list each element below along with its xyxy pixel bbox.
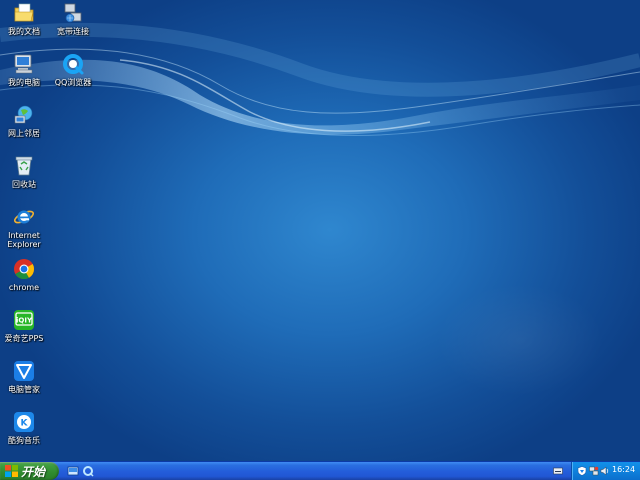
kugou-music-icon: K	[14, 412, 34, 432]
qq-browser-icon	[63, 54, 84, 75]
volume-icon[interactable]	[600, 466, 610, 476]
desktop-icon-label: QQ浏览器	[54, 78, 92, 87]
desktop-icon-label: 酷狗音乐	[8, 436, 40, 445]
desktop-icon-label: Internet Explorer	[7, 231, 41, 249]
windows-logo-icon	[5, 465, 18, 477]
internet-explorer-icon	[13, 210, 35, 224]
desktop-icon-label: chrome	[8, 283, 40, 292]
desktop-icon-label: 宽带连接	[57, 27, 89, 36]
desktop-icon-my-computer[interactable]: 我的电脑	[0, 52, 48, 87]
taskbar: 开始 16:24	[0, 461, 640, 480]
network-status-icon[interactable]	[589, 466, 599, 476]
desktop-icon-label: 网上邻居	[8, 129, 40, 138]
desktop-icon-kugou-music[interactable]: K 酷狗音乐	[0, 410, 48, 445]
desktop-icon-label: 爱奇艺PPS	[4, 334, 44, 343]
desktop-icon-qq-browser[interactable]: QQ浏览器	[49, 52, 97, 87]
iqiyi-pps-icon: iQIY	[14, 310, 34, 330]
qq-browser-quicklaunch-icon[interactable]	[82, 465, 94, 477]
desktop-icon-label: 电脑管家	[8, 385, 40, 394]
desktop-icon-chrome[interactable]: chrome	[0, 257, 48, 292]
desktop-icon-recycle-bin[interactable]: 回收站	[0, 154, 48, 189]
desktop-icon-internet-explorer[interactable]: Internet Explorer	[0, 205, 48, 249]
start-label: 开始	[21, 465, 46, 479]
taskbar-clock[interactable]: 16:24	[612, 465, 635, 474]
security-shield-icon[interactable]	[577, 466, 587, 476]
desktop-icon-my-documents[interactable]: 我的文档	[0, 1, 48, 36]
desktop-icon-iqiyi-pps[interactable]: iQIY 爱奇艺PPS	[0, 308, 48, 343]
desktop-icon-label: 我的电脑	[8, 78, 40, 87]
start-button[interactable]: 开始	[0, 462, 59, 480]
show-desktop-quicklaunch-icon[interactable]	[67, 465, 79, 477]
broadband-connection-icon	[64, 3, 82, 23]
desktop-icon-label: 我的文档	[8, 27, 40, 36]
recycle-bin-icon	[15, 156, 33, 176]
svg-text:iQIY: iQIY	[16, 317, 33, 325]
my-documents-icon	[14, 3, 34, 22]
desktop-icon-network-places[interactable]: 网上邻居	[0, 103, 48, 138]
desktop[interactable]: 我的文档 宽带连接 我的电脑 QQ浏览器 网上邻居 回收站 Internet E…	[0, 0, 640, 461]
desktop-icon-pc-manager[interactable]: 电脑管家	[0, 359, 48, 394]
pc-manager-icon	[14, 361, 34, 381]
my-computer-icon	[14, 54, 33, 74]
svg-text:K: K	[21, 419, 29, 429]
network-places-icon	[14, 105, 33, 124]
desktop-icon-label: 回收站	[12, 180, 36, 189]
system-tray: 16:24	[571, 462, 640, 480]
keyboard-icon[interactable]	[553, 467, 563, 475]
chrome-icon	[14, 259, 35, 280]
desktop-icon-broadband[interactable]: 宽带连接	[49, 1, 97, 36]
